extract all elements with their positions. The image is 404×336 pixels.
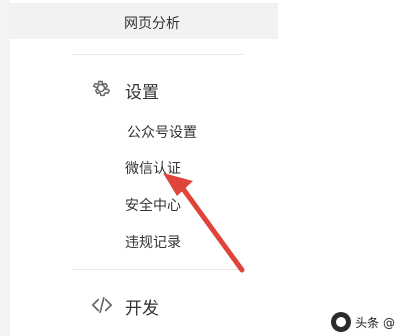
left-gutter xyxy=(0,0,10,336)
sidebar-item-wechat-verification[interactable]: 微信认证 xyxy=(125,158,181,178)
gear-icon xyxy=(92,80,111,97)
sidebar-item-account-settings[interactable]: 公众号设置 xyxy=(127,122,197,142)
sidebar-item-web-analytics[interactable]: 网页分析 xyxy=(10,3,278,39)
code-icon xyxy=(92,296,112,314)
watermark-logo-icon xyxy=(331,312,352,332)
sidebar-item-security-center[interactable]: 安全中心 xyxy=(125,195,181,215)
sidebar-item-label: 网页分析 xyxy=(124,16,180,32)
sidebar-item-violation-records[interactable]: 违规记录 xyxy=(125,232,181,252)
watermark: 头条 @ xyxy=(328,311,398,333)
settings-section-title[interactable]: 设置 xyxy=(125,78,159,103)
section-divider xyxy=(72,269,244,270)
settings-sidebar: 网页分析 设置 公众号设置 微信认证 安全中心 违规记录 开发 xyxy=(10,0,278,336)
section-divider xyxy=(72,54,244,55)
develop-section-title[interactable]: 开发 xyxy=(125,294,159,319)
screenshot-stage: 网页分析 设置 公众号设置 微信认证 安全中心 违规记录 开发 头条 @ xyxy=(0,0,404,336)
watermark-text: 头条 @ xyxy=(355,315,395,330)
right-panel xyxy=(278,0,404,336)
